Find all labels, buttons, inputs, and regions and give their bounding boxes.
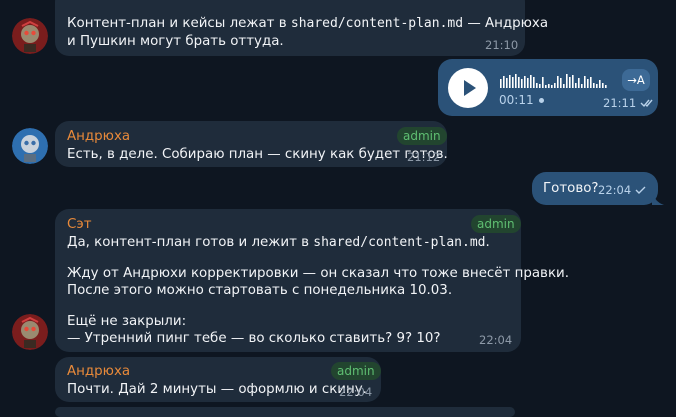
play-icon	[464, 80, 476, 96]
message-time: 22:04	[479, 333, 513, 347]
message-bubble[interactable]: Андрюха admin Почти. Дай 2 минуты — офор…	[55, 357, 381, 402]
message-time: 21:11	[603, 95, 654, 112]
message-bubble[interactable]: Сэт admin Да, контент-план готов и лежит…	[55, 209, 569, 352]
message-bubble[interactable]: Готово? 22:04	[532, 172, 664, 205]
admin-badge: admin	[471, 215, 521, 233]
admin-badge: admin	[397, 127, 447, 145]
message-text: Почти. Дай 2 минуты — оформлю и скину.	[67, 382, 367, 397]
message-bubble[interactable]: Андрюха admin Есть, в деле. Собираю план…	[55, 121, 448, 167]
robot-avatar-red-icon	[12, 314, 48, 350]
message-text: Жду от Андрюхи корректировки — он сказал…	[67, 266, 569, 281]
message-time: 22:04	[339, 385, 373, 399]
admin-badge: admin	[331, 362, 381, 380]
voice-message-bubble[interactable]: 00:11 →A 21:11	[438, 59, 658, 116]
waveform[interactable]	[500, 74, 612, 88]
robot-avatar-red-icon	[12, 18, 48, 54]
double-check-icon	[640, 99, 653, 108]
single-check-icon	[635, 186, 646, 194]
unplayed-dot-icon	[539, 98, 545, 103]
sender-name[interactable]: Андрюха	[67, 363, 130, 380]
sender-name[interactable]: Сэт	[67, 216, 92, 233]
robot-avatar-blue-icon	[12, 128, 48, 164]
avatar-set[interactable]	[12, 18, 48, 54]
message-text: Ещё не закрыли:	[67, 314, 187, 329]
sender-name[interactable]: Андрюха	[67, 128, 130, 145]
message-time: 22:04	[598, 182, 647, 199]
message-text: — Утренний пинг тебе — во сколько ставит…	[67, 331, 441, 346]
message-text: Контент-план и кейсы лежат в shared/cont…	[67, 16, 549, 31]
play-button[interactable]	[448, 68, 488, 108]
message-bubble-partial	[55, 407, 515, 417]
message-text: После этого можно стартовать с понедельн…	[67, 283, 453, 298]
transcribe-icon: →A	[627, 73, 645, 87]
avatar-andryukha[interactable]	[12, 128, 48, 164]
transcribe-button[interactable]: →A	[622, 69, 650, 91]
message-time: 21:12	[407, 150, 441, 164]
voice-duration: 00:11	[499, 93, 534, 107]
message-text: Готово?	[543, 181, 599, 196]
message-time: 21:10	[485, 38, 519, 52]
avatar-set[interactable]	[12, 314, 48, 350]
bubble-tail	[652, 191, 664, 205]
message-text: Да, контент-план готов и лежит в shared/…	[67, 235, 490, 250]
message-text: Есть, в деле. Собираю план — скину как б…	[67, 147, 448, 162]
message-text: и Пушкин могут брать оттуда.	[67, 34, 284, 49]
message-bubble[interactable]: Контент-план и кейсы лежат в shared/cont…	[55, 0, 548, 56]
